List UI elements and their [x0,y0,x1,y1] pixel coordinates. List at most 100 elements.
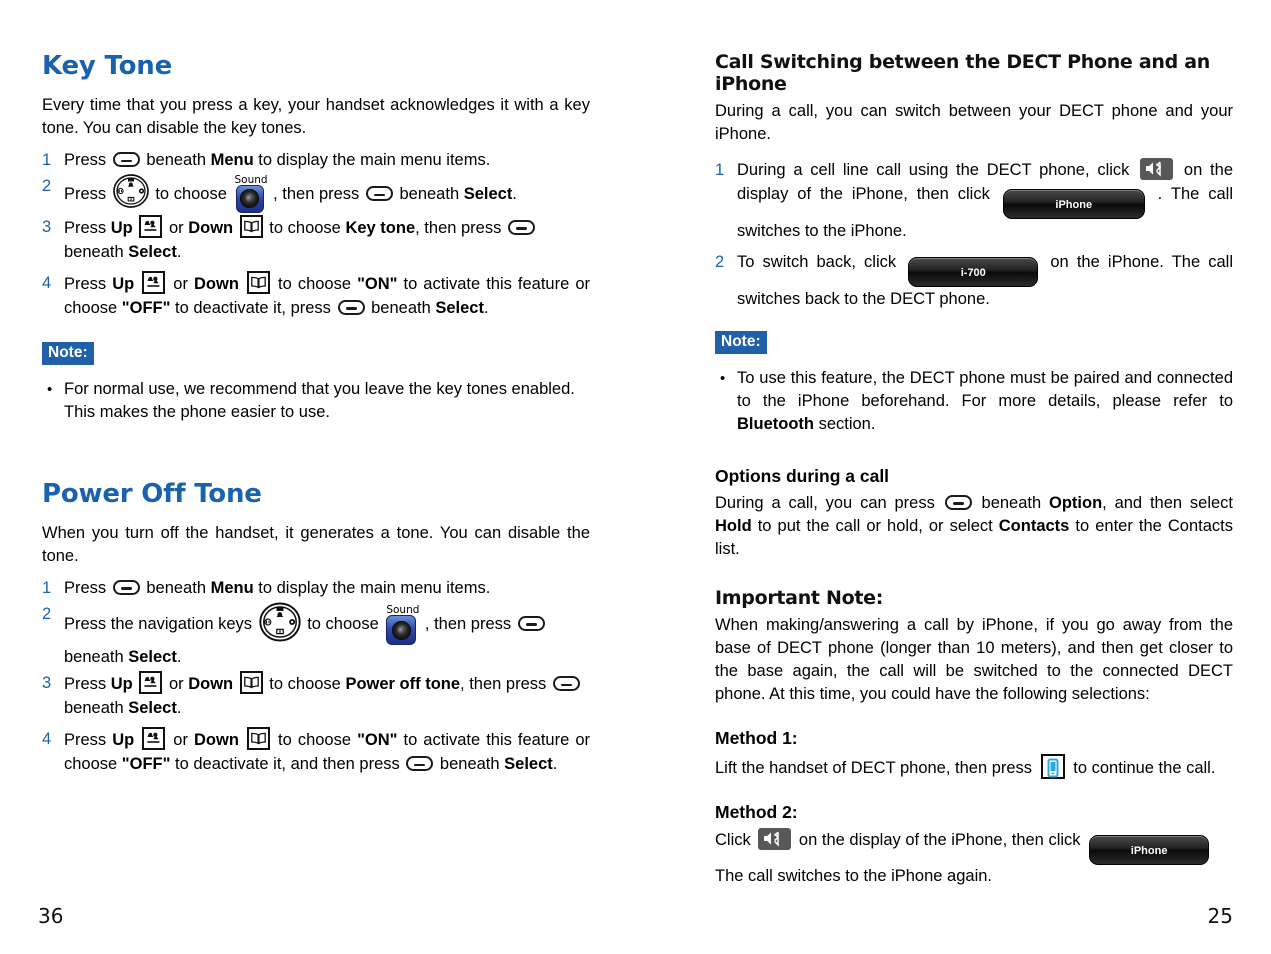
sound-icon-tile [235,184,264,213]
speaker-glyph [240,189,259,209]
step-number: 4 [42,730,52,749]
key-tone-step-1: 1 Press beneath Menu to display the main… [42,148,590,172]
step-number: 1 [715,160,725,179]
power-off-tone-intro: When you turn off the handset, it genera… [42,523,590,565]
heading-options-during-call: Options during a call [715,465,890,486]
key-tone-intro: Every time that you press a key, your ha… [42,96,590,138]
note-badge: Note: [42,341,94,365]
power-off-step-1: 1 Press beneath Menu to display the main… [42,576,590,600]
step-text: Press Up or Down [64,671,590,720]
softkey-icon [552,676,580,692]
manual-page-spread: Key Tone Every time that you press a key… [0,0,1271,954]
power-off-step-4: 4 Press Up or Down to choose "ON" to act… [42,727,590,776]
softkey-icon [112,579,140,595]
note-text-a: To use this feature, the DECT phone must… [737,368,1233,410]
sound-menu-icon: Sound [386,605,419,646]
handset-key-icon [1040,754,1065,780]
iphone-switch-button-2[interactable]: iPhone [1089,835,1210,866]
call-switching-note-block: Note: • To use this feature, the DECT ph… [715,330,1233,436]
left-page-column: Key Tone Every time that you press a key… [0,0,635,954]
key-tone-step-3: 3 Press Up or Down to choose Key tone, t… [42,214,590,264]
up-key-icon [142,727,166,751]
i700-switch-button[interactable]: i-700 [908,256,1039,287]
method-1-text: Lift the handset of DECT phone, then pre… [715,754,1233,780]
method-2-text: Click on the display of the iPhone, then… [715,828,1233,888]
iphone-switch-button[interactable]: iPhone [1002,188,1145,219]
note-badge: Note: [715,330,767,354]
down-key-icon [246,270,270,294]
softkey-icon [406,756,434,772]
step-number: 3 [42,217,52,236]
step-text: Press Up or Down [64,214,590,264]
m2-text-c: The call switches to the iPhone again. [715,867,992,886]
key-tone-step-4: 4 Press Up or Down to choose "ON" to act… [42,270,590,320]
up-key-icon [142,270,166,294]
important-note-text: When making/answering a call by iPhone, … [715,616,1233,704]
step-text: Press beneath Menu to display the main m… [64,151,491,170]
up-key-icon [139,671,163,695]
sound-icon-label: Sound [234,173,268,186]
page-number-right: 25 [1207,904,1233,928]
navigation-wheel-icon [112,174,150,208]
step-number: 4 [42,273,52,292]
m2-text-a: Click [715,831,756,850]
step-text: During a cell line call using the DECT p… [737,157,1233,243]
opt-text-b: beneath [973,493,1049,512]
page-title-call-switching: Call Switching between the DECT Phone an… [715,51,1210,95]
call-switching-steps: 1 During a cell line call using the DECT… [715,157,1233,311]
power-off-step-3: 3 Press Up or Down to choose Power off t… [42,671,590,720]
opt-bold-contacts: Contacts [998,516,1070,535]
opt-text-c: , and then select [1102,493,1233,512]
sound-menu-icon: Sound [234,173,268,213]
opt-text-a: During a call, you can press [715,493,943,512]
softkey-icon [112,152,140,168]
down-key-icon [239,671,263,695]
step-number: 2 [715,252,725,271]
speaker-bluetooth-icon [1140,157,1174,180]
right-page-column: Call Switching between the DECT Phone an… [635,0,1271,954]
m2-text-b: on the display of the iPhone, then click [794,831,1086,850]
page-title-power-off-tone: Power Off Tone [42,478,262,509]
speaker-bluetooth-icon [758,828,792,851]
speaker-glyph [391,620,411,640]
softkey-icon [365,186,393,202]
page-title-key-tone: Key Tone [42,51,173,81]
down-key-icon [246,727,270,751]
call-switching-intro: During a call, you can switch between yo… [715,101,1233,143]
step-text: To switch back, click i-700 on the iPhon… [737,252,1233,308]
opt-bold-option: Option [1049,493,1103,512]
step-text: Press Up or Down [64,270,590,320]
page-number-left: 36 [38,904,64,928]
key-tone-steps: 1 Press beneath Menu to display the main… [42,148,590,320]
note-text: To use this feature, the DECT phone must… [737,367,1233,436]
step-number: 2 [42,604,52,623]
power-off-step-2: 2 Press the navigation keys to choose So… [42,602,590,670]
softkey-icon [944,494,972,510]
softkey-icon [517,615,545,631]
m1-text-a: Lift the handset of DECT phone, then pre… [715,759,1037,778]
m1-text-b: to continue the call. [1068,759,1216,778]
note-text-bold: Bluetooth [737,414,814,433]
step-text: Press Up or Down [64,727,590,776]
step-number: 3 [42,674,52,693]
heading-method-2: Method 2: [715,802,798,823]
softkey-icon [337,299,365,315]
step-number: 1 [42,578,52,597]
step-number: 1 [42,151,52,170]
note-text-b: section. [813,414,876,433]
sound-icon-tile [386,615,417,646]
softkey-icon [507,219,535,235]
heading-important-note: Important Note: [715,586,884,609]
note-bullet-item: • To use this feature, the DECT phone mu… [715,367,1233,436]
call-switching-step-2: 2 To switch back, click i-700 on the iPh… [715,250,1233,311]
call-switching-step-1: 1 During a cell line call using the DECT… [715,157,1233,243]
options-during-call-text: During a call, you can press beneath Opt… [715,492,1233,561]
step-text: Press beneath Menu to display the main m… [64,578,491,597]
bullet-icon: • [47,380,53,398]
heading-method-1: Method 1: [715,728,798,749]
step-number: 2 [42,177,52,196]
note-text: For normal use, we recommend that you le… [64,379,575,421]
navigation-wheel-icon [258,602,302,642]
opt-text-d: to put the call or hold, or select [751,516,999,535]
step-text: Press to choose Sound , then press benea… [64,174,590,213]
